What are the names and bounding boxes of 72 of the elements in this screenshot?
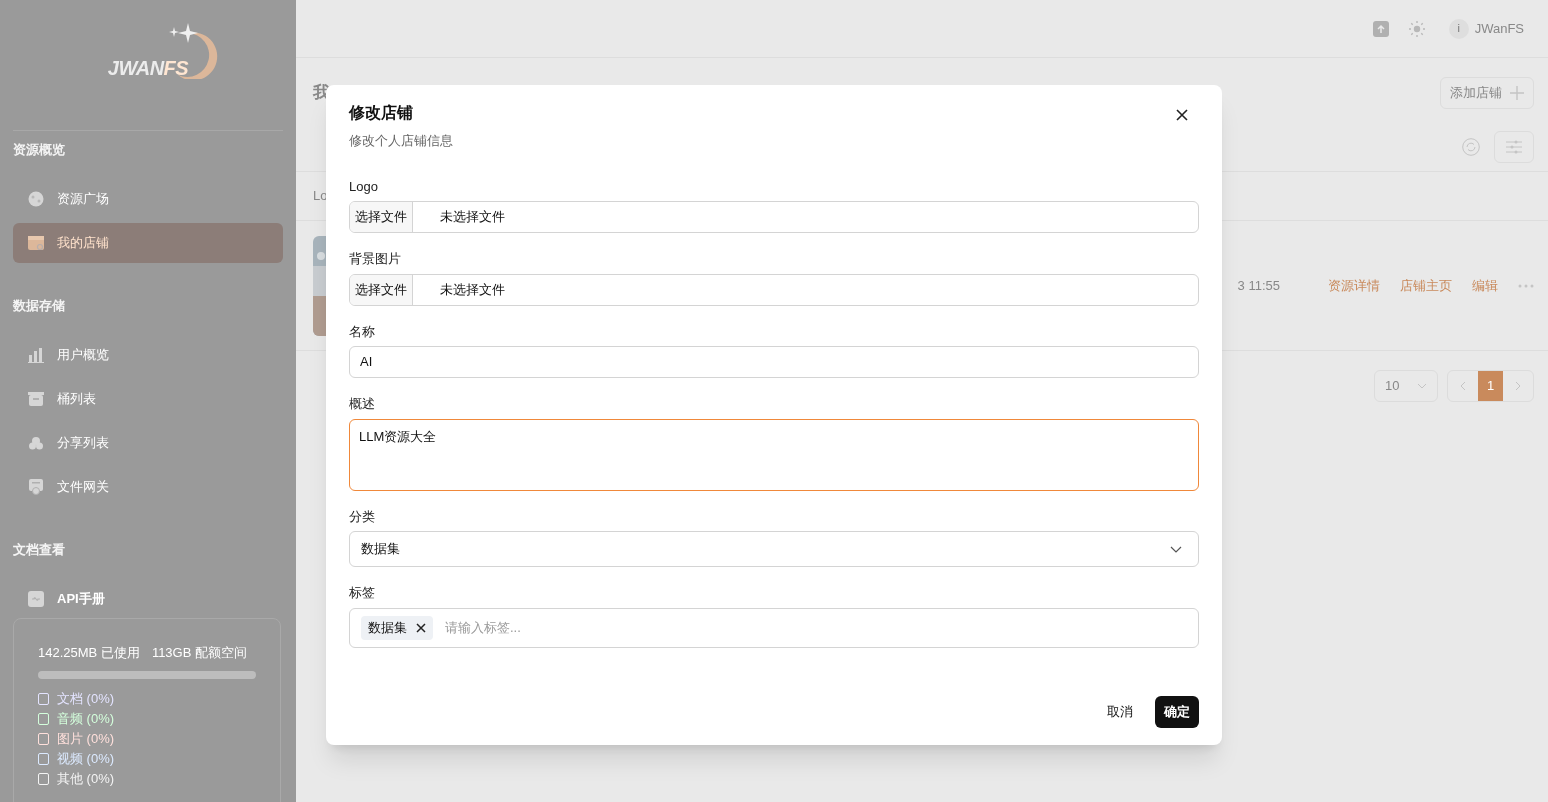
tag-label: 数据集 bbox=[368, 618, 407, 637]
nav-item[interactable]: 用户概览 bbox=[13, 335, 283, 375]
field-label: 名称 bbox=[349, 322, 376, 341]
nav-item[interactable]: 桶列表 bbox=[13, 379, 283, 419]
section-heading: 数据存储 bbox=[13, 297, 66, 316]
action-link[interactable]: 店铺主页 bbox=[1400, 275, 1452, 296]
nav-icon bbox=[28, 191, 44, 207]
filter-button[interactable] bbox=[1494, 130, 1534, 163]
avatar[interactable]: i bbox=[1448, 18, 1469, 39]
nav-item[interactable]: API手册 bbox=[13, 579, 283, 619]
file-status: 未选择文件 bbox=[440, 208, 505, 227]
add-store-button[interactable]: 添加店铺 bbox=[1440, 77, 1534, 109]
time-text: 3 11:55 bbox=[1237, 276, 1280, 295]
storage-type-label: 文档 (0%) bbox=[57, 689, 115, 708]
tags-field[interactable]: 数据集 请输入标签... bbox=[349, 607, 1199, 648]
chevron-left-icon bbox=[1460, 381, 1466, 391]
confirm-button[interactable]: 确定 bbox=[1155, 695, 1199, 728]
field-label: Logo bbox=[349, 177, 379, 196]
more-icon[interactable] bbox=[1518, 283, 1534, 288]
chevron-right-icon bbox=[1515, 381, 1521, 391]
page-size-value: 10 bbox=[1385, 377, 1400, 396]
logo: JWANFS bbox=[107, 47, 189, 83]
cancel-button[interactable]: 取消 bbox=[1107, 701, 1133, 722]
choose-file-button[interactable]: 选择文件 bbox=[350, 202, 413, 232]
nav-item[interactable]: 我的店铺 bbox=[13, 223, 283, 263]
storage-quota: 113GB 配额空间 bbox=[151, 644, 247, 662]
file-status: 未选择文件 bbox=[440, 280, 505, 299]
nav-icon bbox=[28, 591, 44, 607]
nav-icon bbox=[28, 235, 44, 251]
storage-type-label: 其他 (0%) bbox=[57, 769, 115, 788]
field-label: 背景图片 bbox=[349, 250, 402, 268]
nav-item[interactable]: 文件网关 bbox=[13, 467, 283, 507]
storage-type-label: 图片 (0%) bbox=[57, 729, 115, 748]
storage-type-label: 视频 (0%) bbox=[57, 749, 115, 768]
user-name[interactable]: JWanFS bbox=[1474, 18, 1524, 39]
page-size-select[interactable]: 10 bbox=[1374, 370, 1438, 402]
close-button[interactable] bbox=[1176, 109, 1188, 121]
sun-icon bbox=[1408, 20, 1425, 37]
action-link[interactable]: 编辑 bbox=[1472, 275, 1498, 296]
storage-type-label: 音频 (0%) bbox=[57, 709, 115, 728]
storage-used: 142.25MB 已使用 bbox=[38, 644, 140, 662]
field-label: 分类 bbox=[349, 507, 376, 526]
refresh-icon bbox=[1462, 137, 1480, 156]
nav-icon bbox=[28, 479, 44, 495]
dialog-title: 修改店铺 bbox=[349, 103, 414, 123]
nav-icon bbox=[28, 391, 44, 407]
remove-icon[interactable] bbox=[416, 622, 426, 633]
field-label: 概述 bbox=[349, 395, 376, 413]
choose-file-button[interactable]: 选择文件 bbox=[350, 274, 413, 305]
page-button[interactable]: 1 bbox=[1478, 371, 1503, 401]
chevron-down-icon bbox=[1417, 383, 1427, 389]
select-value: 数据集 bbox=[361, 540, 400, 559]
description-field[interactable]: LLM资源大全 bbox=[349, 418, 1199, 491]
section-heading: 资源概览 bbox=[13, 141, 66, 160]
category-select[interactable]: 数据集 bbox=[349, 531, 1199, 567]
nav-item[interactable]: 分享列表 bbox=[13, 423, 283, 463]
sliders-icon bbox=[1506, 139, 1522, 154]
nav-icon bbox=[28, 435, 44, 451]
tag-input[interactable]: 请输入标签... bbox=[445, 617, 1187, 638]
dialog-subtitle: 修改个人店铺信息 bbox=[349, 132, 453, 150]
chevron-down-icon bbox=[1170, 545, 1182, 553]
field-label: 标签 bbox=[349, 584, 376, 602]
file-input[interactable]: 选择文件 未选择文件 bbox=[349, 273, 1199, 306]
section-heading: 文档查看 bbox=[13, 541, 66, 560]
plus-icon bbox=[1510, 86, 1524, 100]
nav-icon bbox=[28, 347, 44, 363]
close-icon bbox=[1176, 109, 1188, 121]
name-field[interactable]: AI bbox=[349, 346, 1199, 378]
upload-icon bbox=[1372, 20, 1389, 37]
file-input[interactable]: 选择文件 未选择文件 bbox=[349, 201, 1199, 233]
nav-item[interactable]: 资源广场 bbox=[13, 179, 283, 219]
action-link[interactable]: 资源详情 bbox=[1328, 275, 1380, 296]
